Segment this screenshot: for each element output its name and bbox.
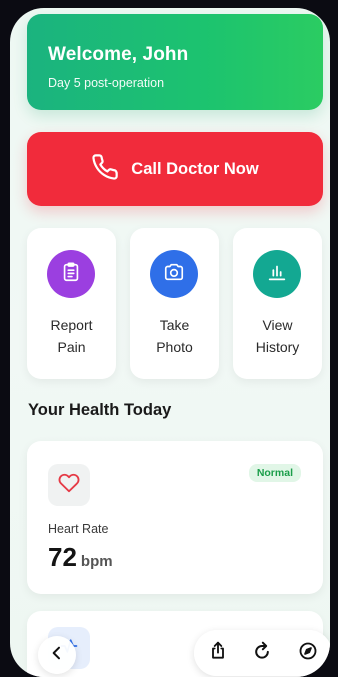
heart-icon <box>58 472 80 499</box>
chevron-left-icon <box>49 645 65 666</box>
status-badge: Normal <box>248 464 301 482</box>
clipboard-icon <box>60 261 82 288</box>
camera-icon <box>163 261 185 288</box>
reload-button[interactable] <box>250 641 274 665</box>
view-history-button[interactable]: View History <box>233 228 322 379</box>
heart-rate-label: Heart Rate <box>48 522 109 536</box>
app-screen: Welcome, John Day 5 post-operation Call … <box>10 8 330 677</box>
heart-rate-number: 72 <box>48 542 77 572</box>
view-history-label: View History <box>255 317 300 355</box>
welcome-subtitle: Day 5 post-operation <box>48 76 165 90</box>
back-button[interactable] <box>38 636 76 674</box>
compass-icon <box>298 641 318 666</box>
call-doctor-label: Call Doctor Now <box>131 159 259 178</box>
view-history-icon-circle <box>253 250 301 298</box>
browser-toolbar <box>194 630 330 676</box>
welcome-card: Welcome, John Day 5 post-operation <box>27 14 323 110</box>
heart-icon-box <box>48 464 90 506</box>
take-photo-label: Take Photo <box>156 317 193 355</box>
take-photo-icon-circle <box>150 250 198 298</box>
reload-icon <box>252 641 272 666</box>
heart-rate-card[interactable]: Normal Heart Rate 72 bpm <box>27 441 323 594</box>
heart-rate-unit: bpm <box>80 553 113 570</box>
compass-button[interactable] <box>296 641 320 665</box>
bar-chart-icon <box>266 261 288 288</box>
section-title: Your Health Today <box>28 401 172 419</box>
report-pain-icon-circle <box>47 250 95 298</box>
share-icon <box>208 641 228 666</box>
phone-icon <box>91 153 119 186</box>
take-photo-button[interactable]: Take Photo <box>130 228 219 379</box>
report-pain-label: Report Pain <box>50 317 93 355</box>
heart-rate-value: 72 bpm <box>48 542 113 573</box>
call-doctor-button[interactable]: Call Doctor Now <box>27 132 323 206</box>
welcome-title: Welcome, John <box>48 44 189 65</box>
share-button[interactable] <box>206 641 230 665</box>
report-pain-button[interactable]: Report Pain <box>27 228 116 379</box>
